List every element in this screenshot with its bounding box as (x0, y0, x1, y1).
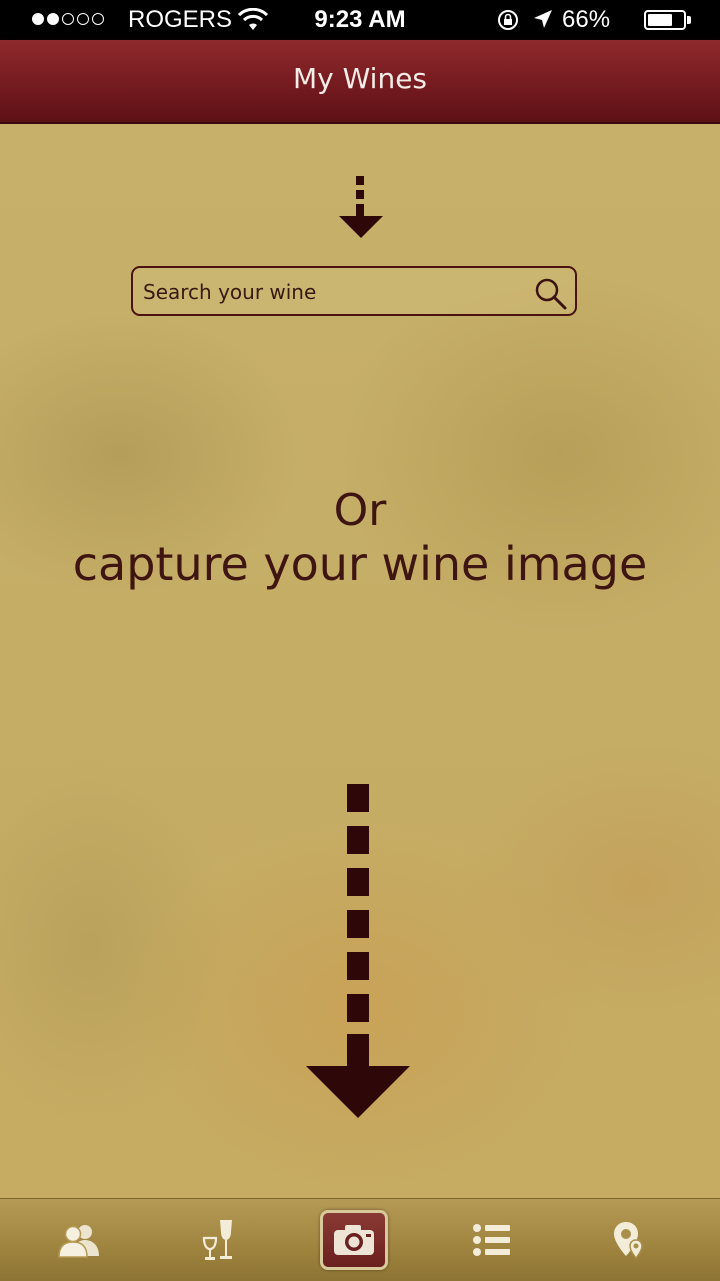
camera-button[interactable] (320, 1210, 388, 1270)
search-icon[interactable] (533, 276, 569, 314)
clock: 9:23 AM (314, 6, 406, 33)
navigation-bar: My Wines (0, 40, 720, 124)
people-icon (58, 1225, 99, 1258)
capture-instruction: capture your wine image (72, 537, 648, 591)
page-title: My Wines (292, 62, 428, 95)
or-label: Or (333, 485, 387, 536)
arrow-down-large-icon (306, 784, 410, 1118)
status-bar: ROGERS 9:23 AM 66% (0, 0, 720, 40)
tab-map[interactable] (558, 1199, 702, 1281)
battery-icon (644, 10, 691, 30)
tab-camera[interactable] (282, 1199, 426, 1281)
tab-people[interactable] (8, 1199, 152, 1281)
list-icon (473, 1224, 510, 1256)
main-content: Or capture your wine image (0, 124, 720, 1198)
search-field[interactable] (131, 266, 577, 316)
arrow-down-icon (339, 176, 383, 238)
camera-icon (334, 1225, 374, 1255)
battery-percent: 66% (562, 6, 611, 33)
tab-bar (0, 1198, 720, 1281)
map-pin-icon (614, 1222, 643, 1260)
tab-wines[interactable] (146, 1199, 290, 1281)
search-input[interactable] (141, 268, 525, 316)
rotation-lock-icon (496, 8, 520, 39)
tab-list[interactable] (420, 1199, 564, 1281)
wine-glasses-icon (202, 1220, 232, 1260)
location-arrow-icon (532, 8, 554, 37)
